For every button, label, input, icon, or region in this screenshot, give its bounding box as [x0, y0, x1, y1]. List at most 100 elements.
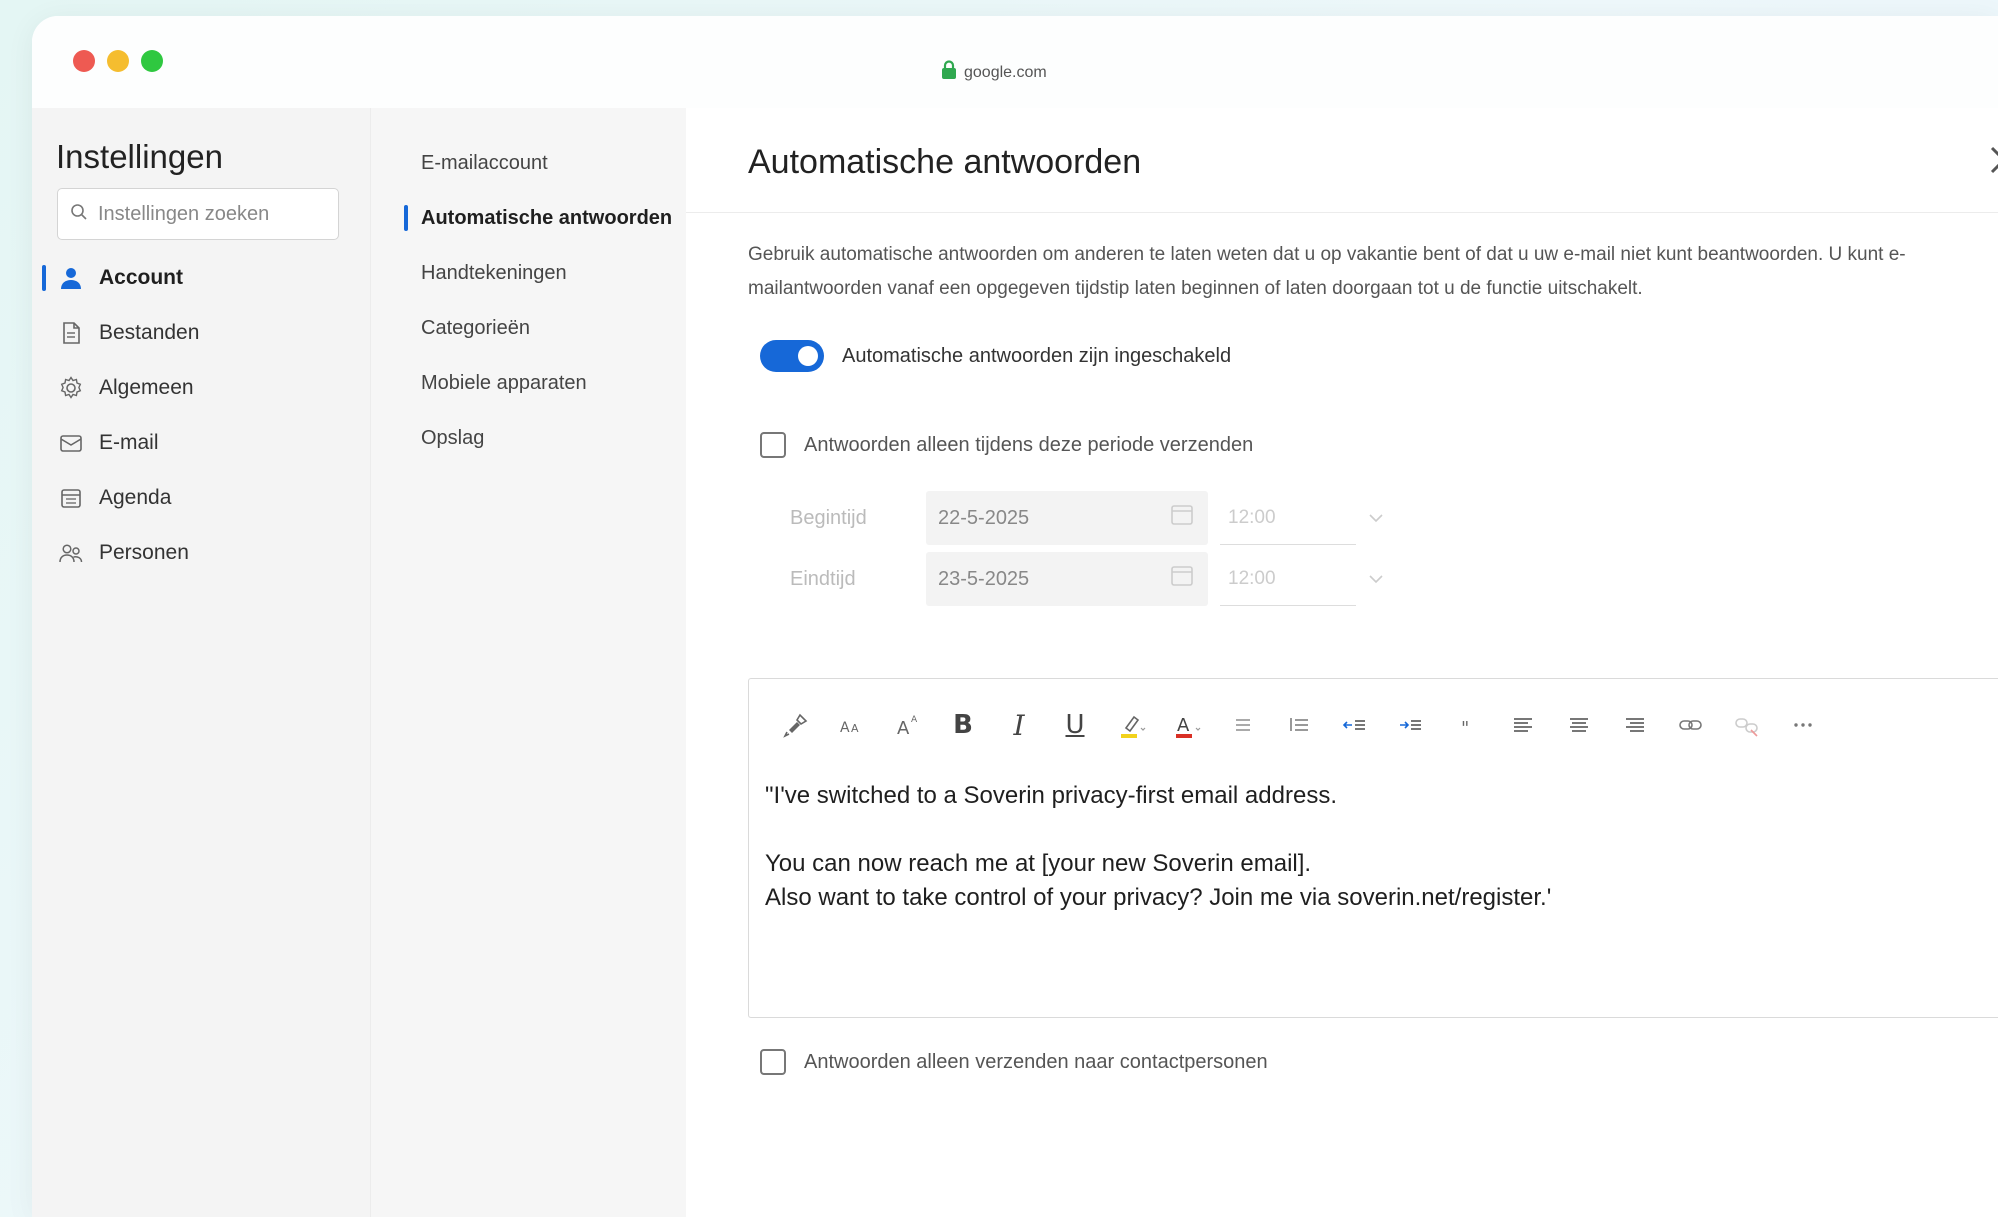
start-date-field[interactable]: 22-5-2025: [926, 491, 1208, 545]
calendar-icon: [57, 484, 85, 512]
decrease-indent-icon[interactable]: [1327, 697, 1383, 753]
settings-nav: Account Bestanden Algemeen E-mail Agenda…: [32, 250, 370, 580]
formatting-toolbar: AA AA B I U A ": [767, 697, 1831, 753]
mail-icon: [57, 429, 85, 457]
start-time-field[interactable]: 12:00: [1220, 491, 1356, 545]
chevron-down-icon[interactable]: [1366, 508, 1386, 528]
svg-text:": ": [1461, 718, 1469, 739]
close-icon: [1990, 146, 1998, 174]
quote-icon[interactable]: ": [1439, 697, 1495, 753]
chevron-down-icon[interactable]: [1366, 569, 1386, 589]
svg-text:A: A: [851, 722, 859, 735]
start-time-value: 12:00: [1228, 506, 1276, 528]
divider: [686, 212, 1998, 213]
mail-settings-subnav: E-mailaccount Automatische antwoorden Ha…: [370, 108, 686, 1217]
bullet-list-icon[interactable]: [1215, 697, 1271, 753]
font-size-icon[interactable]: AA: [823, 697, 879, 753]
sidebar-item-email[interactable]: E-mail: [32, 415, 370, 470]
sidebar-item-agenda[interactable]: Agenda: [32, 470, 370, 525]
end-date-value: 23-5-2025: [938, 567, 1030, 590]
sidebar-item-label: E-mail: [99, 430, 159, 454]
svg-text:A: A: [840, 720, 850, 736]
title-bar: google.com: [32, 16, 1998, 108]
message-line: [765, 813, 1985, 847]
browser-window: google.com Instellingen Account Bestande…: [32, 16, 1998, 1217]
period-checkbox-label: Antwoorden alleen tijdens deze periode v…: [804, 433, 1254, 456]
align-center-icon[interactable]: [1551, 697, 1607, 753]
address-bar[interactable]: google.com: [940, 60, 1047, 85]
sidebar-item-algemeen[interactable]: Algemeen: [32, 360, 370, 415]
search-input[interactable]: [98, 202, 318, 226]
message-line: You can now reach me at [your new Soveri…: [765, 850, 1312, 877]
bold-icon[interactable]: B: [935, 697, 991, 753]
close-button[interactable]: [1986, 142, 1998, 178]
more-options-icon[interactable]: [1775, 697, 1831, 753]
contacts-checkbox-label: Antwoorden alleen verzenden naar contact…: [804, 1050, 1268, 1073]
subnav-item-storage[interactable]: Opslag: [371, 411, 687, 466]
underline-icon[interactable]: U: [1047, 697, 1103, 753]
search-icon: [70, 203, 98, 226]
contacts-only-checkbox[interactable]: [760, 1049, 786, 1075]
align-left-icon[interactable]: [1495, 697, 1551, 753]
sidebar-item-bestanden[interactable]: Bestanden: [32, 305, 370, 360]
file-icon: [57, 319, 85, 347]
numbered-list-icon[interactable]: [1271, 697, 1327, 753]
reply-message-editor[interactable]: AA AA B I U A " "I've switched to a Sove…: [748, 678, 1998, 1018]
settings-search[interactable]: [57, 188, 339, 240]
unlink-icon[interactable]: [1719, 697, 1775, 753]
end-date-field[interactable]: 23-5-2025: [926, 552, 1208, 606]
subnav-item-categories[interactable]: Categorieën: [371, 301, 687, 356]
automatic-replies-panel: Automatische antwoorden Gebruik automati…: [686, 108, 1998, 1217]
sidebar-item-label: Personen: [99, 540, 189, 564]
link-icon[interactable]: [1663, 697, 1719, 753]
auto-reply-toggle-row: Automatische antwoorden zijn ingeschakel…: [760, 340, 1231, 372]
contacts-checkbox-row: Antwoorden alleen verzenden naar contact…: [760, 1049, 1268, 1075]
sidebar-item-label: Algemeen: [99, 375, 194, 399]
sidebar-item-label: Agenda: [99, 485, 172, 509]
auto-reply-toggle[interactable]: [760, 340, 824, 372]
highlight-icon[interactable]: [1103, 697, 1159, 753]
reply-message-text[interactable]: "I've switched to a Soverin privacy-firs…: [765, 779, 1985, 915]
maximize-window-button[interactable]: [141, 50, 163, 72]
settings-title: Instellingen: [56, 138, 223, 175]
increase-indent-icon[interactable]: [1383, 697, 1439, 753]
minimize-window-button[interactable]: [107, 50, 129, 72]
page-title: Automatische antwoorden: [748, 143, 1142, 181]
sidebar-item-label: Account: [99, 265, 183, 289]
svg-text:A: A: [1177, 715, 1190, 736]
subnav-item-signatures[interactable]: Handtekeningen: [371, 246, 687, 301]
person-icon: [57, 264, 85, 292]
message-line: Also want to take control of your privac…: [765, 884, 1552, 911]
format-painter-icon[interactable]: [767, 697, 823, 753]
message-line: "I've switched to a Soverin privacy-firs…: [765, 782, 1337, 809]
italic-icon[interactable]: I: [991, 697, 1047, 753]
start-time-label: Begintijd: [790, 506, 867, 529]
calendar-icon[interactable]: [1168, 501, 1196, 535]
sidebar-item-label: Bestanden: [99, 320, 200, 344]
subnav-item-email-account[interactable]: E-mailaccount: [371, 136, 687, 191]
superscript-icon[interactable]: AA: [879, 697, 935, 753]
end-time-field[interactable]: 12:00: [1220, 552, 1356, 606]
end-time-row: Eindtijd 23-5-2025 12:00: [790, 552, 1386, 606]
subnav-item-mobile-devices[interactable]: Mobiele apparaten: [371, 356, 687, 411]
lock-icon: [940, 60, 958, 85]
period-checkbox[interactable]: [760, 432, 786, 458]
start-time-row: Begintijd 22-5-2025 12:00: [790, 491, 1386, 545]
svg-text:A: A: [897, 718, 910, 739]
subnav-item-automatic-replies[interactable]: Automatische antwoorden: [371, 191, 687, 246]
subnav-list: E-mailaccount Automatische antwoorden Ha…: [371, 136, 687, 466]
align-right-icon[interactable]: [1607, 697, 1663, 753]
sidebar-item-account[interactable]: Account: [32, 250, 370, 305]
period-checkbox-row: Antwoorden alleen tijdens deze periode v…: [760, 432, 1253, 458]
toggle-label: Automatische antwoorden zijn ingeschakel…: [842, 344, 1232, 367]
close-window-button[interactable]: [73, 50, 95, 72]
gear-icon: [57, 374, 85, 402]
font-color-icon[interactable]: A: [1159, 697, 1215, 753]
calendar-icon[interactable]: [1168, 562, 1196, 596]
sidebar-item-personen[interactable]: Personen: [32, 525, 370, 580]
url-text: google.com: [964, 63, 1047, 81]
svg-text:A: A: [911, 715, 918, 725]
end-time-label: Eindtijd: [790, 567, 856, 590]
description-text: Gebruik automatische antwoorden om ander…: [748, 244, 1906, 299]
start-date-value: 22-5-2025: [938, 506, 1030, 529]
